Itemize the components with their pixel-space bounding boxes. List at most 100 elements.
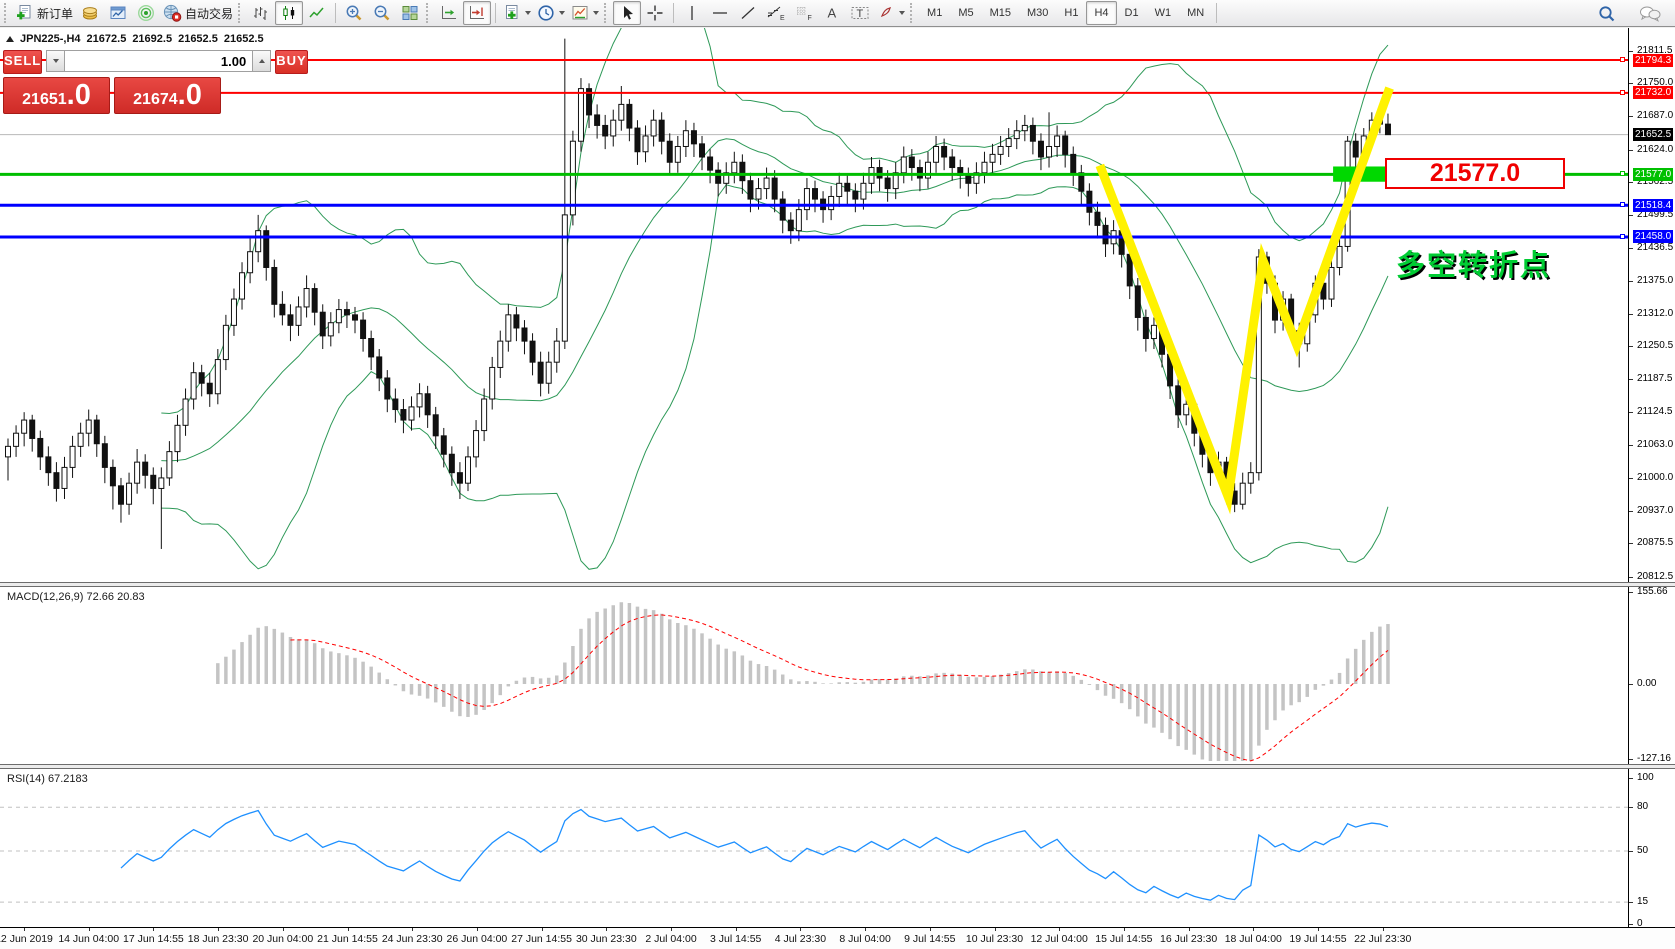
candle-body [651,120,656,136]
auto-trading-button[interactable]: 自动交易 [160,1,236,25]
candle-body [780,199,785,220]
pane-separator[interactable] [0,582,1675,587]
volume-input[interactable] [65,50,252,72]
main-chart-pane[interactable] [0,28,1628,582]
date-label: 8 Jul 04:00 [839,933,890,945]
date-tick [218,928,219,931]
toolbar-grip [238,3,243,23]
date-axis[interactable]: 12 Jun 201914 Jun 04:0017 Jun 14:5518 Ju… [0,927,1675,949]
timeframe-w1-button[interactable]: W1 [1147,1,1180,25]
timeframe-d1-button[interactable]: D1 [1117,1,1147,25]
search-button[interactable] [1593,2,1621,26]
chart-shift-button[interactable] [463,1,491,25]
date-tick [283,928,284,931]
candle-body [498,341,503,367]
bollinger-lower-band [161,185,1388,569]
candle-body [336,310,341,323]
signals-button[interactable] [132,1,160,25]
candlestick-chart-button[interactable] [275,1,303,25]
zoom-out-icon [373,4,391,22]
candle-body [1385,124,1390,135]
zoom-in-button[interactable] [340,1,368,25]
candle-body [1353,141,1358,157]
candle-body [353,315,358,320]
candle-body [417,394,422,407]
candle-body [829,196,834,209]
buy-price[interactable]: 21674.0 [114,77,221,114]
volume-decrease-button[interactable] [46,50,65,72]
macd-tick-label: -127.16 [1637,753,1671,765]
history-center-button[interactable] [76,1,104,25]
candle-body [369,339,374,357]
price-tick [1629,182,1633,183]
timeframe-mn-button[interactable]: MN [1179,1,1212,25]
periods-button[interactable] [534,1,568,25]
price-tick [1629,478,1633,479]
macd-pane[interactable]: MACD(12,26,9) 72.66 20.83 [0,587,1628,764]
panel-collapse-icon[interactable] [6,36,14,42]
auto-trading-label: 自动交易 [185,5,233,22]
bar-chart-button[interactable] [247,1,275,25]
price-tick-label: 21312.0 [1637,308,1673,320]
text-label-button[interactable]: T [846,1,874,25]
date-tick [542,928,543,931]
horizontal-line-button[interactable] [706,1,734,25]
date-label: 18 Jun 23:30 [188,933,249,945]
vertical-line-button[interactable] [678,1,706,25]
timeframe-m5-button[interactable]: M5 [950,1,981,25]
rsi-pane[interactable]: RSI(14) 67.2183 [0,769,1628,927]
timeframe-m30-button[interactable]: M30 [1019,1,1056,25]
ohlc-close: 21652.5 [224,33,264,45]
indicators-button[interactable] [500,1,534,25]
candle-body [1184,404,1189,415]
buy-button[interactable]: BUY [275,50,307,74]
price-tick [1629,314,1633,315]
timeframe-m15-button[interactable]: M15 [982,1,1019,25]
date-tick [671,928,672,931]
pane-separator[interactable] [0,764,1675,769]
candle-body [385,378,390,399]
turning-point-annotation: 多空转折点 [1396,242,1551,284]
grid-button[interactable]: F [790,1,818,25]
buy-price-frac: .0 [178,79,202,111]
candle-body [554,341,559,362]
timeframe-h1-button[interactable]: H1 [1056,1,1086,25]
candle-body [877,168,882,179]
tile-windows-button[interactable] [396,1,424,25]
trendline-icon [739,4,757,22]
timeframe-m1-button[interactable]: M1 [919,1,950,25]
candle-body [635,128,640,152]
new-order-button[interactable]: 新订单 [13,1,76,25]
volume-increase-button[interactable] [252,50,271,72]
line-chart-button[interactable] [303,1,331,25]
rsi-value: 67.2183 [48,773,88,785]
crosshair-button[interactable] [641,1,669,25]
text-button[interactable]: A [818,1,846,25]
auto-scroll-button[interactable] [435,1,463,25]
sell-button[interactable]: SELL [3,50,42,74]
zoom-out-button[interactable] [368,1,396,25]
candle-body [845,183,850,191]
candle-body [393,399,398,410]
fibonacci-button[interactable]: E [762,1,790,25]
date-label: 4 Jul 23:30 [775,933,826,945]
price-tick [1629,445,1633,446]
price-axis[interactable]: 21811.521750.021687.021624.021562.521499… [1628,28,1675,927]
timeframe-h4-button[interactable]: H4 [1086,1,1116,25]
arrows-button[interactable] [874,1,908,25]
templates-button[interactable] [568,1,602,25]
cursor-button[interactable] [613,1,641,25]
date-tick [865,928,866,931]
rsi-tick-label: 50 [1637,845,1648,857]
date-label: 12 Jul 04:00 [1031,933,1088,945]
trendline-button[interactable] [734,1,762,25]
candle-body [377,357,382,378]
date-tick [89,928,90,931]
date-label: 21 Jun 14:55 [317,933,378,945]
cursor-icon [618,4,636,22]
sell-price[interactable]: 21651.0 [3,77,110,114]
chat-button[interactable] [1635,2,1665,26]
candle-body [127,483,132,504]
candle-body [191,373,196,399]
new-chart-button[interactable] [104,1,132,25]
